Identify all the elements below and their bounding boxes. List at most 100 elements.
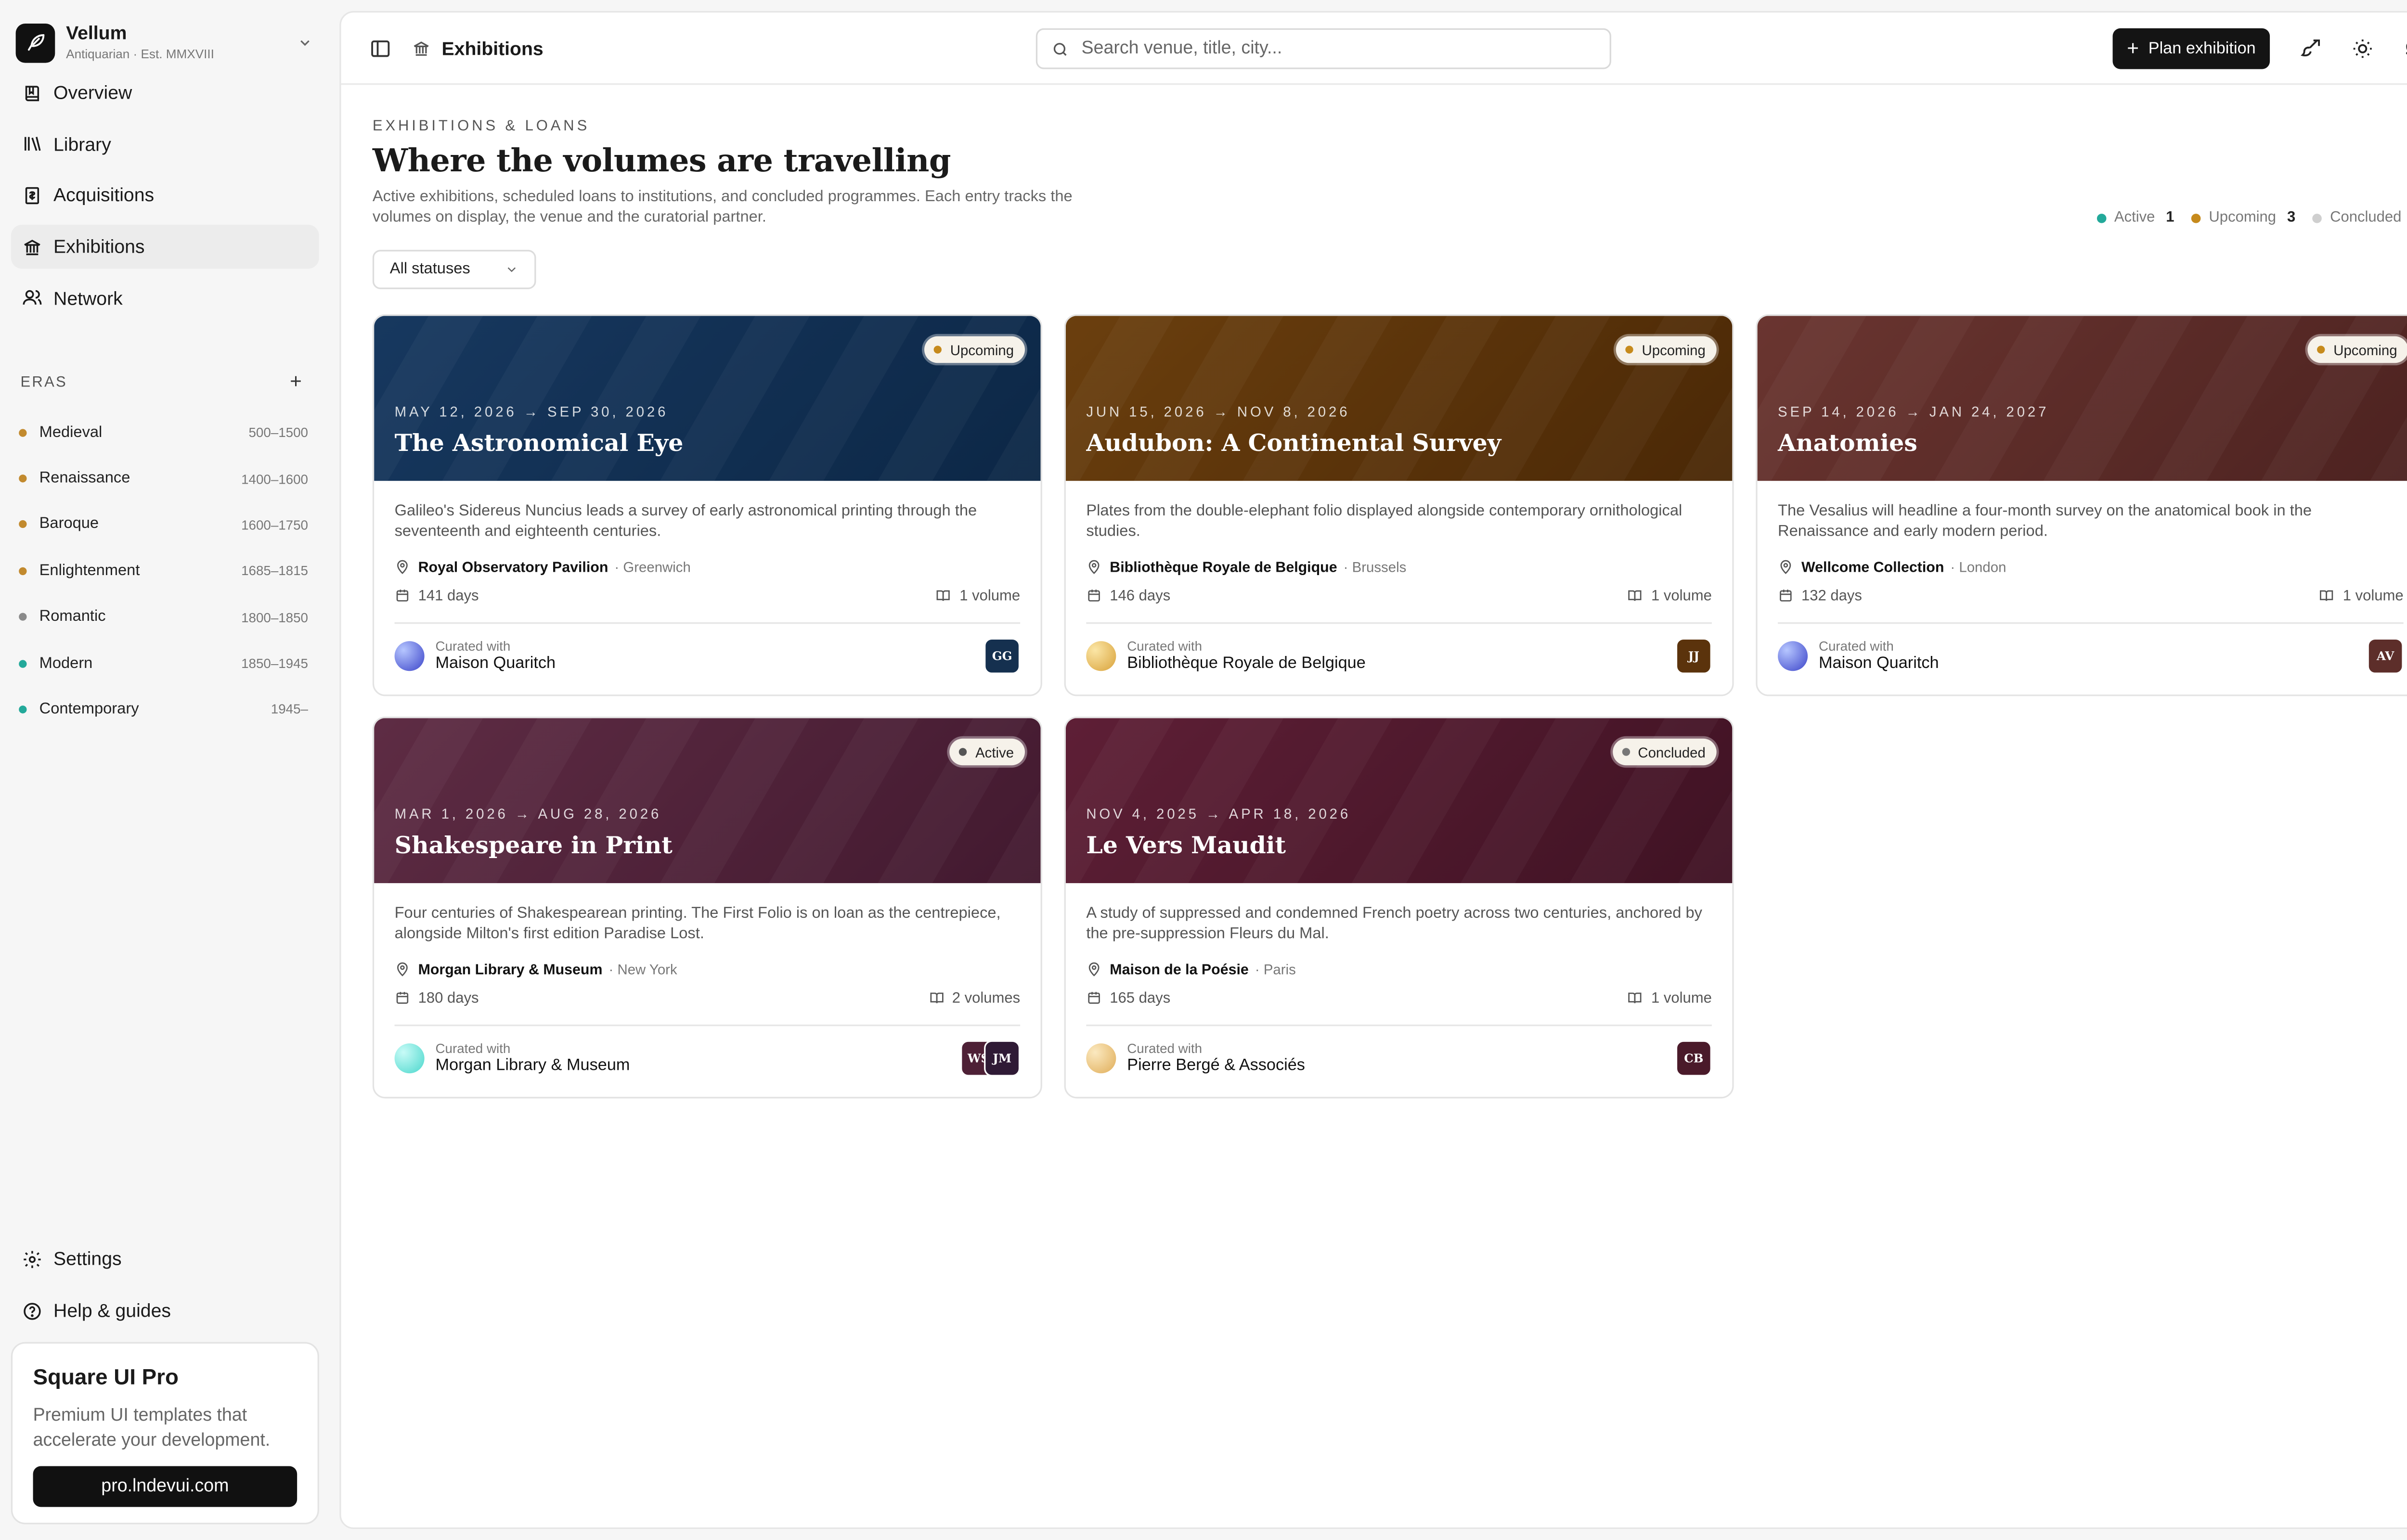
nav-item-library[interactable]: Library xyxy=(11,122,319,166)
exhibition-title: Anatomies xyxy=(1778,429,1917,458)
exhibition-dates: MAR 1, 2026 → AUG 28, 2026 xyxy=(394,806,662,822)
chevron-down-icon xyxy=(300,40,310,46)
era-item[interactable]: Medieval 500–1500 xyxy=(19,409,308,455)
sun-icon[interactable] xyxy=(2352,38,2374,60)
card-body: Four centuries of Shakespearean printing… xyxy=(374,883,1040,1091)
era-range: 1850–1945 xyxy=(241,655,308,671)
brand-name: Vellum xyxy=(66,22,127,44)
search-box[interactable] xyxy=(1035,28,1611,69)
status-filter-value: All statuses xyxy=(389,261,470,278)
exhibition-card[interactable]: Active MAR 1, 2026 → AUG 28, 2026 Shakespe… xyxy=(372,716,1042,1099)
exhibition-card[interactable]: Concluded NOV 4, 2025 → APR 18, 2026 Le Ve… xyxy=(1064,716,1734,1099)
curator-name: Bibliothèque Royale de Belgique xyxy=(1127,654,1366,673)
era-item[interactable]: Renaissance 1400–1600 xyxy=(19,455,308,501)
nav-item-help[interactable]: Help & guides xyxy=(11,1289,319,1333)
volume-count: 2 volumes xyxy=(952,989,1021,1007)
duration-row: 141 days 1 volume xyxy=(395,586,1020,605)
status-label: Upcoming xyxy=(1642,342,1706,358)
legend-dot xyxy=(2313,213,2322,223)
venue-name: Bibliothèque Royale de Belgique xyxy=(1110,559,1337,576)
status-dot xyxy=(934,346,943,354)
calendar-icon xyxy=(1088,590,1100,602)
exhibition-description: Galileo's Sidereus Nuncius leads a surve… xyxy=(394,502,977,541)
nav-label: Network xyxy=(53,287,123,309)
add-era-button[interactable]: + xyxy=(290,372,302,392)
library-icon xyxy=(25,137,41,152)
nav-item-exhibitions[interactable]: Exhibitions xyxy=(11,225,319,269)
curator-avatars: GG xyxy=(984,638,1021,674)
search-input[interactable] xyxy=(1081,39,1596,58)
ledger-icon xyxy=(25,187,39,204)
exhibition-title: The Astronomical Eye xyxy=(394,429,684,458)
page-eyebrow: EXHIBITIONS & LOANS xyxy=(372,117,590,135)
partner-orb-icon xyxy=(1086,641,1116,671)
era-item[interactable]: Romantic 1800–1850 xyxy=(19,594,308,640)
venue-row: Royal Observatory Pavilion · Greenwich xyxy=(395,558,1021,577)
nav-item-overview[interactable]: Overview xyxy=(11,71,319,115)
calendar-icon xyxy=(396,590,409,602)
curated-label: Curated with xyxy=(1127,1040,1203,1056)
era-item[interactable]: Contemporary 1945– xyxy=(19,686,308,732)
era-item[interactable]: Modern 1850–1945 xyxy=(19,640,308,686)
users-icon xyxy=(23,290,42,305)
workspace-switcher[interactable]: Vellum Antiquarian · Est. MMXVIII xyxy=(0,0,330,71)
brush-icon[interactable] xyxy=(2300,38,2322,60)
status-filter-select[interactable]: All statuses xyxy=(372,250,536,289)
curated-label: Curated with xyxy=(435,638,511,654)
nav-item-network[interactable]: Network xyxy=(11,276,319,320)
eras-list: Medieval 500–1500 Renaissance 1400–1600 Baro… xyxy=(0,409,330,732)
exhibition-title: Audubon: A Continental Survey xyxy=(1086,429,1501,458)
nav-item-settings[interactable]: Settings xyxy=(11,1237,319,1281)
top-bar: Exhibitions + Plan exhibition xyxy=(341,13,2407,85)
search-icon xyxy=(1053,42,1067,55)
curator-avatar: AV xyxy=(2367,638,2404,674)
nav-label: Overview xyxy=(53,81,132,104)
volume-count: 1 volume xyxy=(2342,587,2404,604)
era-range: 1400–1600 xyxy=(241,471,308,487)
sidebar-footer: Settings Help & guides Square UI Pro Pre… xyxy=(0,1237,330,1540)
era-item[interactable]: Enlightenment 1685–1815 xyxy=(19,548,308,594)
legend-count: 3 xyxy=(2287,209,2296,227)
exhibition-card[interactable]: Upcoming SEP 14, 2026 → JAN 24, 2027 Anato… xyxy=(1756,314,2407,696)
partner-orb-icon xyxy=(1778,641,1808,671)
gear-icon xyxy=(24,1250,41,1268)
open-book-icon xyxy=(1629,590,1642,601)
exhibition-card[interactable]: Upcoming JUN 15, 2026 → NOV 8, 2026 Audubo… xyxy=(1064,314,1734,696)
feather-logo-icon xyxy=(15,23,55,62)
era-name: Contemporary xyxy=(39,701,139,719)
exhibition-description: A study of suppressed and condemned Fren… xyxy=(1086,905,1702,943)
plan-exhibition-label: Plan exhibition xyxy=(2148,39,2256,58)
era-name: Baroque xyxy=(39,516,99,534)
nav-label: Help & guides xyxy=(53,1299,171,1322)
open-book-icon xyxy=(937,590,951,601)
promo-link-button[interactable]: pro.lndevui.com xyxy=(33,1466,298,1507)
era-item[interactable]: Baroque 1600–1750 xyxy=(19,501,308,548)
nav-item-acquisitions[interactable]: Acquisitions xyxy=(11,173,319,217)
era-color-dot xyxy=(19,428,27,436)
eras-header: ERAS + xyxy=(0,372,330,394)
book-icon xyxy=(25,85,39,101)
status-badge: Upcoming xyxy=(2308,336,2407,363)
status-dot xyxy=(1626,346,1634,354)
era-color-dot xyxy=(19,521,27,529)
exhibition-card[interactable]: Upcoming MAY 12, 2026 → SEP 30, 2026 The A… xyxy=(372,314,1042,696)
map-pin-icon xyxy=(1780,560,1791,574)
venue-city: · London xyxy=(1950,559,2006,576)
nav-label: Settings xyxy=(53,1248,122,1270)
volume-count: 1 volume xyxy=(1651,587,1712,604)
venue-city: · Brussels xyxy=(1343,559,1407,576)
github-icon[interactable] xyxy=(2404,38,2407,60)
venue-name: Morgan Library & Museum xyxy=(418,962,603,978)
duration-days: 132 days xyxy=(1801,587,1862,604)
legend-dot xyxy=(2191,213,2201,223)
nav-label: Library xyxy=(53,133,111,155)
curator-row: Curated with Morgan Library & Museum WS JM xyxy=(394,1026,1021,1091)
duration-row: 165 days 1 volume xyxy=(1086,988,1712,1007)
legend-label: Upcoming xyxy=(2209,209,2277,227)
exhibition-dates: NOV 4, 2025 → APR 18, 2026 xyxy=(1086,806,1351,822)
curated-label: Curated with xyxy=(1127,638,1203,654)
era-name: Renaissance xyxy=(39,470,130,488)
sidebar-toggle-icon[interactable] xyxy=(369,37,391,59)
status-label: Upcoming xyxy=(950,342,1014,358)
plan-exhibition-button[interactable]: + Plan exhibition xyxy=(2112,28,2270,69)
